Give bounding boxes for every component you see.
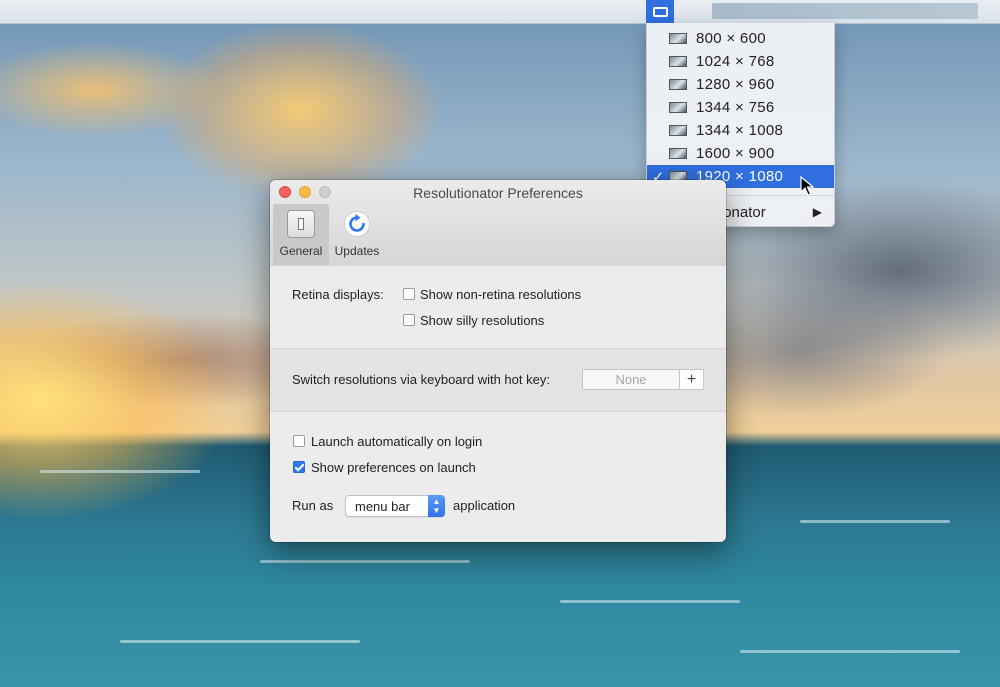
- refresh-icon: [344, 211, 370, 237]
- resolution-label: 1600 × 900: [696, 145, 775, 162]
- wave: [260, 560, 470, 563]
- show-silly-label[interactable]: Show silly resolutions: [420, 313, 544, 328]
- resolution-item-1024x768[interactable]: 1024 × 768: [647, 50, 834, 73]
- submenu-arrow-icon: ▶: [812, 205, 822, 219]
- resolution-label: 1024 × 768: [696, 53, 775, 70]
- window-title: Resolutionator Preferences: [413, 185, 583, 201]
- run-as-popup[interactable]: menu bar ▲ ▼: [345, 495, 445, 517]
- resolution-item-1280x960[interactable]: 1280 × 960: [647, 73, 834, 96]
- hotkey-section: Switch resolutions via keyboard with hot…: [270, 349, 726, 412]
- monitor-icon: [669, 79, 687, 90]
- monitor-icon: [669, 56, 687, 67]
- resolutionator-menubar-icon[interactable]: [646, 0, 674, 23]
- run-as-suffix: application: [453, 498, 516, 513]
- wave: [560, 600, 740, 603]
- launch-login-label[interactable]: Launch automatically on login: [311, 434, 482, 449]
- add-hotkey-button[interactable]: +: [680, 369, 704, 390]
- run-as-label: Run as: [292, 498, 334, 513]
- tab-general[interactable]: General: [273, 204, 329, 265]
- resolution-label: 1280 × 960: [696, 76, 775, 93]
- show-non-retina-checkbox[interactable]: [403, 288, 415, 300]
- tab-updates[interactable]: Updates: [330, 204, 384, 265]
- resolution-item-800x600[interactable]: 800 × 600: [647, 27, 834, 50]
- monitor-icon: [669, 148, 687, 159]
- general-icon: [287, 210, 315, 238]
- launch-section: Launch automatically on login Show prefe…: [270, 412, 726, 542]
- popup-stepper-icon: ▲ ▼: [428, 495, 445, 517]
- tab-label: Updates: [334, 244, 380, 258]
- display-icon: [652, 6, 668, 17]
- monitor-icon: [669, 33, 687, 44]
- mouse-cursor-icon: [800, 176, 814, 196]
- resolution-item-1600x900[interactable]: 1600 × 900: [647, 142, 834, 165]
- preferences-window: Resolutionator Preferences General Updat…: [270, 180, 726, 542]
- resolution-label: 1344 × 756: [696, 99, 775, 116]
- show-prefs-checkbox[interactable]: [293, 461, 305, 473]
- monitor-icon: [669, 125, 687, 136]
- show-silly-checkbox[interactable]: [403, 314, 415, 326]
- resolution-item-1344x1008[interactable]: 1344 × 1008: [647, 119, 834, 142]
- wave: [120, 640, 360, 643]
- retina-displays-label: Retina displays:: [292, 287, 384, 302]
- retina-section: Retina displays: Show non-retina resolut…: [270, 266, 726, 349]
- wave: [740, 650, 960, 653]
- hotkey-field[interactable]: None: [582, 369, 680, 390]
- menu-bar: [0, 0, 1000, 24]
- wave: [40, 470, 200, 473]
- launch-login-checkbox[interactable]: [293, 435, 305, 447]
- monitor-icon: [669, 102, 687, 113]
- hotkey-label: Switch resolutions via keyboard with hot…: [292, 372, 550, 387]
- run-as-value: menu bar: [355, 499, 410, 514]
- wave: [800, 520, 950, 523]
- show-prefs-label[interactable]: Show preferences on launch: [311, 460, 476, 475]
- tab-label: General: [279, 244, 323, 258]
- resolution-item-1344x756[interactable]: 1344 × 756: [647, 96, 834, 119]
- resolution-label: 1344 × 1008: [696, 122, 784, 139]
- window-titlebar: Resolutionator Preferences General Updat…: [270, 180, 726, 267]
- menubar-status-area: [712, 3, 978, 19]
- show-non-retina-label[interactable]: Show non-retina resolutions: [420, 287, 581, 302]
- resolution-label: 800 × 600: [696, 30, 766, 47]
